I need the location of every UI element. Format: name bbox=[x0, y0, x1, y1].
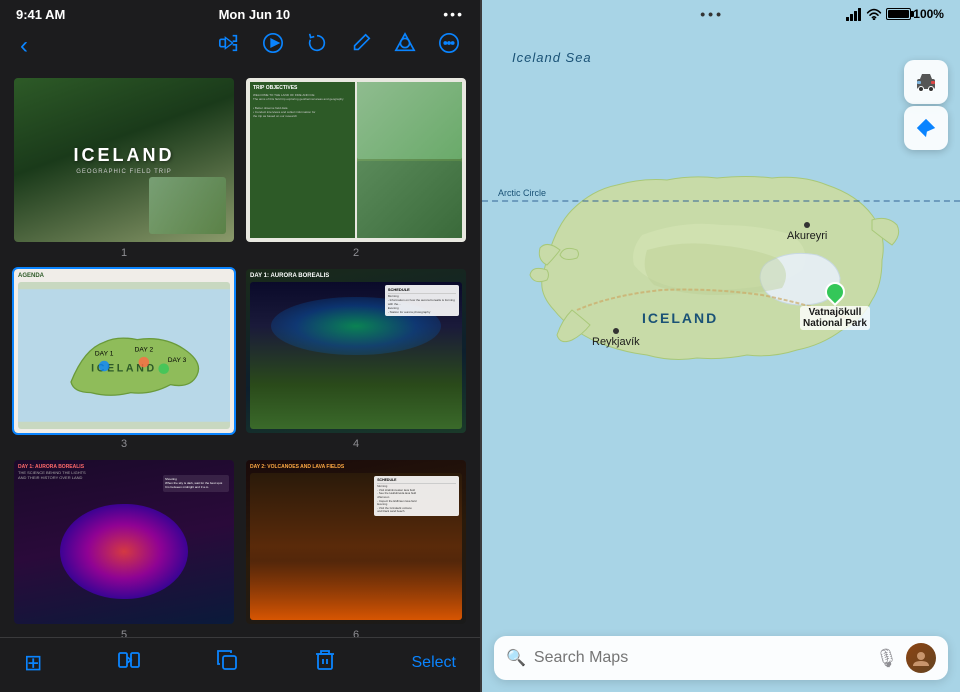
arctic-circle-line bbox=[482, 200, 960, 202]
slide-4-title: DAY 1: AURORA BOREALIS bbox=[250, 273, 462, 279]
vatnajokull-pin bbox=[821, 278, 849, 306]
map-svg bbox=[482, 0, 960, 692]
iceland-country-label: ICELAND bbox=[642, 310, 718, 326]
reykjavik-label: Reykjavík bbox=[592, 336, 640, 348]
akureyri-dot bbox=[804, 222, 810, 228]
pen-icon bbox=[350, 32, 372, 54]
slides-grid: ICELAND GEOGRAPHIC FIELD TRIP 1 TRIP OBJ… bbox=[12, 76, 468, 637]
select-button[interactable]: Select bbox=[412, 654, 456, 672]
status-time: 9:41 AM bbox=[16, 7, 65, 22]
slide-item-6[interactable]: DAY 2: VOLCANOES AND LAVA FIELDS SCHEDUL… bbox=[244, 458, 468, 637]
slide-number-1: 1 bbox=[12, 247, 236, 259]
car-icon bbox=[914, 70, 938, 94]
slide-number-5: 5 bbox=[12, 629, 236, 637]
pen-button[interactable] bbox=[350, 32, 372, 60]
slide-number-2: 2 bbox=[244, 247, 468, 259]
status-icons: ••• bbox=[443, 6, 464, 22]
wifi-icon bbox=[866, 8, 882, 20]
slide-number-6: 6 bbox=[244, 629, 468, 637]
slide-number-4: 4 bbox=[244, 438, 468, 450]
bottom-bar: ⊞ Select bbox=[0, 637, 480, 692]
slide-1-subtitle: GEOGRAPHIC FIELD TRIP bbox=[76, 169, 172, 175]
rotate-icon bbox=[306, 32, 328, 54]
battery-label: 100% bbox=[913, 7, 944, 21]
maps-panel: Iceland Sea Arctic Circle ICELAND Akurey… bbox=[482, 0, 960, 692]
reykjavik-marker: Reykjavík bbox=[592, 328, 640, 348]
toolbar-center bbox=[218, 32, 460, 60]
iceland-sea-label: Iceland Sea bbox=[512, 50, 592, 65]
vatnajokull-marker: VatnajökullNational Park bbox=[800, 282, 870, 330]
slide-1-title: ICELAND bbox=[74, 145, 175, 166]
status-dots: ••• bbox=[443, 6, 464, 22]
more-icon bbox=[438, 32, 460, 54]
share-button[interactable] bbox=[218, 32, 240, 60]
slide-2-body: WELCOME TO THE LAND OF FIRE AND ICE The … bbox=[253, 93, 352, 118]
transition-button[interactable] bbox=[117, 648, 141, 678]
status-bar-left: 9:41 AM Mon Jun 10 ••• bbox=[0, 0, 480, 26]
play-button[interactable] bbox=[262, 32, 284, 60]
akureyri-marker: Akureyri bbox=[787, 222, 827, 242]
location-arrow-icon bbox=[915, 117, 937, 139]
toolbar: ‹ bbox=[0, 26, 480, 68]
transition-icon bbox=[117, 648, 141, 672]
play-icon bbox=[262, 32, 284, 54]
slide-number-3: 3 bbox=[12, 438, 236, 450]
search-input[interactable] bbox=[534, 649, 867, 667]
slide-item-4[interactable]: DAY 1: AURORA BOREALIS SCHEDULE Morning-… bbox=[244, 267, 468, 450]
more-button[interactable] bbox=[438, 32, 460, 60]
map-status-right: 100% bbox=[846, 7, 944, 21]
toolbar-left: ‹ bbox=[20, 32, 28, 60]
slides-container[interactable]: ICELAND GEOGRAPHIC FIELD TRIP 1 TRIP OBJ… bbox=[0, 68, 480, 637]
aurora-blast-visual bbox=[60, 504, 187, 600]
slide-2-img-top bbox=[357, 82, 462, 159]
slide-item-1[interactable]: ICELAND GEOGRAPHIC FIELD TRIP 1 bbox=[12, 76, 236, 259]
map-status-dots: ••• bbox=[700, 6, 724, 22]
svg-text:DAY 3: DAY 3 bbox=[168, 357, 187, 364]
vatnajokull-label: VatnajökullNational Park bbox=[800, 306, 870, 330]
driving-mode-button[interactable] bbox=[904, 60, 948, 104]
duplicate-button[interactable] bbox=[215, 648, 239, 678]
slide-item-5[interactable]: DAY 1: AURORA BOREALIS THE SCIENCE BEHIN… bbox=[12, 458, 236, 637]
battery-indicator: 100% bbox=[886, 7, 944, 21]
arctic-circle-label: Arctic Circle bbox=[498, 188, 546, 198]
add-slide-button[interactable]: ⊞ bbox=[24, 650, 42, 676]
status-date: Mon Jun 10 bbox=[219, 7, 291, 22]
akureyri-label: Akureyri bbox=[787, 230, 827, 242]
slide-4-schedule: SCHEDULE Morning- Information on how the… bbox=[385, 285, 459, 316]
slide-2-title: TRIP OBJECTIVES bbox=[253, 85, 352, 91]
map-search-bar[interactable]: 🔍 🎙 bbox=[494, 636, 948, 680]
slide-6-title: DAY 2: VOLCANOES AND LAVA FIELDS bbox=[250, 464, 462, 470]
delete-icon bbox=[313, 648, 337, 672]
slide-3-title: AGENDA bbox=[18, 273, 230, 279]
svg-text:DAY 2: DAY 2 bbox=[135, 347, 154, 354]
avatar-icon bbox=[911, 648, 931, 668]
signal-icon bbox=[846, 7, 862, 21]
mic-button[interactable]: 🎙 bbox=[875, 648, 898, 669]
share-icon bbox=[218, 32, 240, 54]
rotate-button[interactable] bbox=[306, 32, 328, 60]
agenda-map: ICELAND DAY 1 DAY 2 DAY 3 bbox=[18, 282, 230, 429]
back-button[interactable]: ‹ bbox=[20, 32, 28, 60]
location-button[interactable] bbox=[904, 106, 948, 150]
map-controls bbox=[904, 60, 948, 150]
slide-2-img-bottom bbox=[357, 161, 462, 238]
slide-item-2[interactable]: TRIP OBJECTIVES WELCOME TO THE LAND OF F… bbox=[244, 76, 468, 259]
slide-6-schedule: SCHEDULE Morning- Visit Hrafntinnusker l… bbox=[374, 476, 459, 516]
reykjavik-dot bbox=[613, 328, 619, 334]
lava-glow-visual bbox=[250, 561, 462, 620]
shapes-button[interactable] bbox=[394, 32, 416, 60]
search-icon: 🔍 bbox=[506, 648, 526, 668]
shapes-icon bbox=[394, 32, 416, 54]
duplicate-icon bbox=[215, 648, 239, 672]
delete-button[interactable] bbox=[313, 648, 337, 678]
keynote-panel: 9:41 AM Mon Jun 10 ••• ‹ bbox=[0, 0, 480, 692]
map-background bbox=[482, 0, 960, 692]
slide-item-3[interactable]: AGENDA ICELAND DAY 1 DAY bbox=[12, 267, 236, 450]
svg-text:DAY 1: DAY 1 bbox=[95, 351, 114, 358]
map-status-bar: ••• 100% bbox=[482, 0, 960, 26]
user-avatar[interactable] bbox=[906, 643, 936, 673]
